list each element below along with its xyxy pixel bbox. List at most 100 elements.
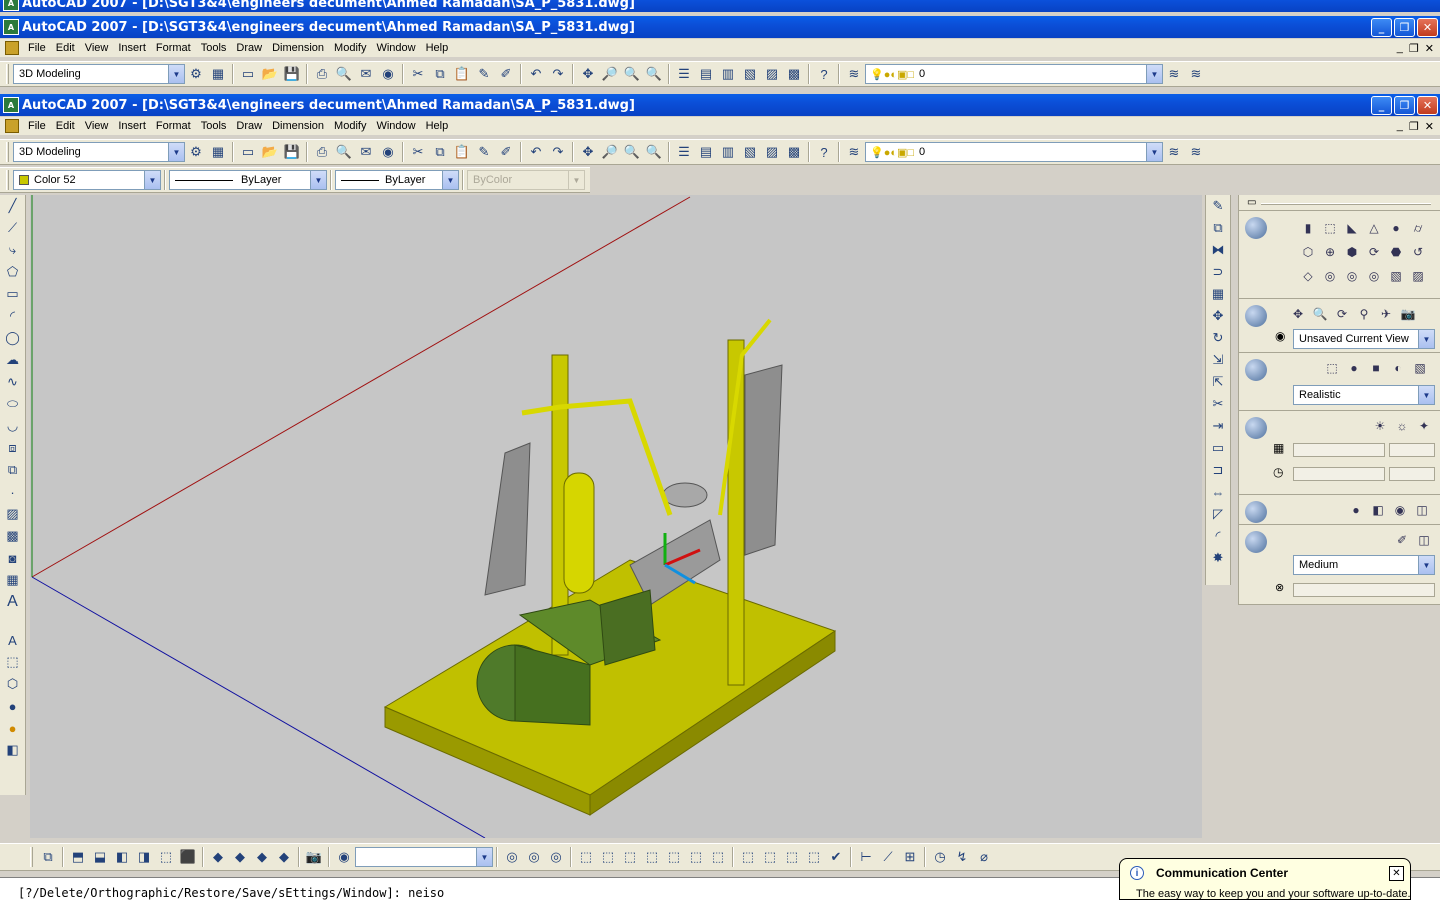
extend-icon[interactable]: ⇥ <box>1207 415 1229 437</box>
chamfer-icon[interactable]: ◸ <box>1207 503 1229 525</box>
drawing-viewport[interactable] <box>30 195 1202 838</box>
table-icon[interactable]: ▦ <box>2 569 24 591</box>
presspull-icon[interactable]: ⊕ <box>1321 243 1339 261</box>
dim-linear-icon[interactable]: ⊢ <box>855 846 877 868</box>
balloon-close-button[interactable]: ✕ <box>1389 866 1404 881</box>
copy-icon[interactable]: ⧉ <box>429 141 451 163</box>
open-icon[interactable]: 📂 <box>259 63 281 85</box>
break-point-icon[interactable]: ▭ <box>1207 437 1229 459</box>
trim-icon[interactable]: ✂ <box>1207 393 1229 415</box>
camera-icon[interactable]: 📷 <box>303 846 325 868</box>
main-window-titlebar[interactable]: A AutoCAD 2007 - [D:\SGT3&4\engineers de… <box>0 16 1440 38</box>
preview-icon[interactable]: 🔍 <box>333 141 355 163</box>
left-view-icon[interactable]: ◧ <box>111 846 133 868</box>
design-center-icon[interactable]: ▤ <box>695 63 717 85</box>
hatch-icon[interactable]: ▨ <box>2 503 24 525</box>
minimize-button[interactable]: _ <box>1371 95 1392 115</box>
sphere-icon[interactable]: ● <box>2 695 24 717</box>
shell-icon[interactable]: ⬚ <box>803 846 825 868</box>
material-mapping-icon[interactable]: ◉ <box>1391 501 1409 519</box>
3d-pan-icon[interactable]: ✥ <box>1289 305 1307 323</box>
extrude-icon[interactable]: ⬡ <box>1299 243 1317 261</box>
array-icon[interactable]: ▦ <box>1207 283 1229 305</box>
fillet-icon[interactable]: ◜ <box>1207 525 1229 547</box>
separate-icon[interactable]: ⬚ <box>781 846 803 868</box>
3d-dwf-icon[interactable]: ◉ <box>377 141 399 163</box>
texture-icon[interactable]: ◫ <box>1413 501 1431 519</box>
design-center-icon[interactable]: ▤ <box>695 141 717 163</box>
workspace-select[interactable]: 3D Modeling ▼ <box>13 142 185 162</box>
default-light-icon[interactable]: ☼ <box>1393 417 1411 435</box>
lineweight-select[interactable]: ByLayer ▼ <box>335 170 459 190</box>
menu-view[interactable]: View <box>80 120 114 132</box>
sheet-set-icon[interactable]: ▧ <box>739 141 761 163</box>
zoom-window-icon[interactable]: 🔍 <box>621 141 643 163</box>
chevron-down-icon[interactable]: ▼ <box>442 171 458 189</box>
arc-icon[interactable]: ◜ <box>2 305 24 327</box>
preview-icon[interactable]: 🔍 <box>333 63 355 85</box>
minimize-button[interactable]: _ <box>1371 17 1392 37</box>
dim-jogged-icon[interactable]: ↯ <box>951 846 973 868</box>
new-icon[interactable]: ▭ <box>237 141 259 163</box>
pan-icon[interactable]: ✥ <box>577 141 599 163</box>
collapse-icon[interactable]: ▭ <box>1247 197 1256 208</box>
zoom-realtime-icon[interactable]: 🔎 <box>599 141 621 163</box>
wedge-icon[interactable]: ◣ <box>1343 219 1361 237</box>
chevron-down-icon[interactable]: ▼ <box>476 848 492 866</box>
print-icon[interactable]: ⎙ <box>311 63 333 85</box>
make-block-icon[interactable]: ⧉ <box>2 459 24 481</box>
workspace-settings-icon[interactable]: ⚙ <box>185 141 207 163</box>
menu-help[interactable]: Help <box>421 120 454 132</box>
zoom-previous-icon[interactable]: 🔍 <box>643 141 665 163</box>
properties-icon[interactable]: ☰ <box>673 63 695 85</box>
conceptual-icon[interactable]: ● <box>1345 359 1363 377</box>
rotate-faces-icon[interactable]: ⬚ <box>663 846 685 868</box>
pan-icon[interactable]: ✥ <box>577 63 599 85</box>
intersect-icon[interactable]: ◎ <box>1365 267 1383 285</box>
3d-orbit-icon[interactable]: ⟳ <box>1333 305 1351 323</box>
ne-iso-icon[interactable]: ◆ <box>251 846 273 868</box>
render-icon[interactable]: ◧ <box>2 739 24 761</box>
extrude-faces-icon[interactable]: ⬚ <box>575 846 597 868</box>
make-current-layer-icon[interactable]: ≋ <box>1163 141 1185 163</box>
dim-diameter-icon[interactable]: ⌀ <box>973 846 995 868</box>
layer-manager-icon[interactable]: ≋ <box>843 63 865 85</box>
zoom-window-icon[interactable]: 🔍 <box>621 63 643 85</box>
match-properties-icon[interactable]: ✎ <box>473 63 495 85</box>
light-list-icon[interactable]: ✦ <box>1415 417 1433 435</box>
workspace-select[interactable]: 3D Modeling ▼ <box>13 64 185 84</box>
chevron-down-icon[interactable]: ▼ <box>1418 330 1434 348</box>
menu-view[interactable]: View <box>80 42 114 54</box>
mdi-close-button[interactable]: ✕ <box>1425 120 1434 133</box>
restore-button[interactable]: ❐ <box>1394 95 1415 115</box>
mdi-close-button[interactable]: ✕ <box>1425 42 1434 55</box>
cut-icon[interactable]: ✂ <box>407 63 429 85</box>
circle-icon[interactable]: ◯ <box>2 327 24 349</box>
fly-icon[interactable]: ✈ <box>1377 305 1395 323</box>
scale-icon[interactable]: ⇲ <box>1207 349 1229 371</box>
make-current-layer-icon[interactable]: ≋ <box>1163 63 1185 85</box>
explode-icon[interactable]: ✸ <box>1207 547 1229 569</box>
markup-icon[interactable]: ▨ <box>761 141 783 163</box>
move-icon[interactable]: ✥ <box>1207 305 1229 327</box>
layer-select[interactable]: 💡●◐▣□ 0 ▼ <box>865 64 1163 84</box>
save-icon[interactable]: 💾 <box>281 63 303 85</box>
zoom-previous-icon[interactable]: 🔍 <box>643 63 665 85</box>
communication-center-balloon[interactable]: i Communication Center The easy way to k… <box>1119 858 1411 900</box>
multiline-text-icon[interactable]: A <box>2 591 24 613</box>
helix-icon[interactable]: ↺ <box>1409 243 1427 261</box>
polysolid-icon[interactable]: ▮ <box>1299 219 1317 237</box>
workspace-settings-icon[interactable]: ⚙ <box>185 63 207 85</box>
color-select[interactable]: Color 52 ▼ <box>13 170 161 190</box>
copy-icon[interactable]: ⧉ <box>429 63 451 85</box>
tool-palettes-icon[interactable]: ▦ <box>207 63 229 85</box>
chevron-down-icon[interactable]: ▼ <box>1418 386 1434 404</box>
help-icon[interactable]: ? <box>813 141 835 163</box>
undo-icon[interactable]: ↶ <box>525 63 547 85</box>
dim-aligned-icon[interactable]: ⟋ <box>877 846 899 868</box>
restore-button[interactable]: ❐ <box>1394 17 1415 37</box>
menu-insert[interactable]: Insert <box>113 120 151 132</box>
menu-tools[interactable]: Tools <box>196 120 232 132</box>
sheet-set-icon[interactable]: ▧ <box>739 63 761 85</box>
bottom-view-icon[interactable]: ⬓ <box>89 846 111 868</box>
